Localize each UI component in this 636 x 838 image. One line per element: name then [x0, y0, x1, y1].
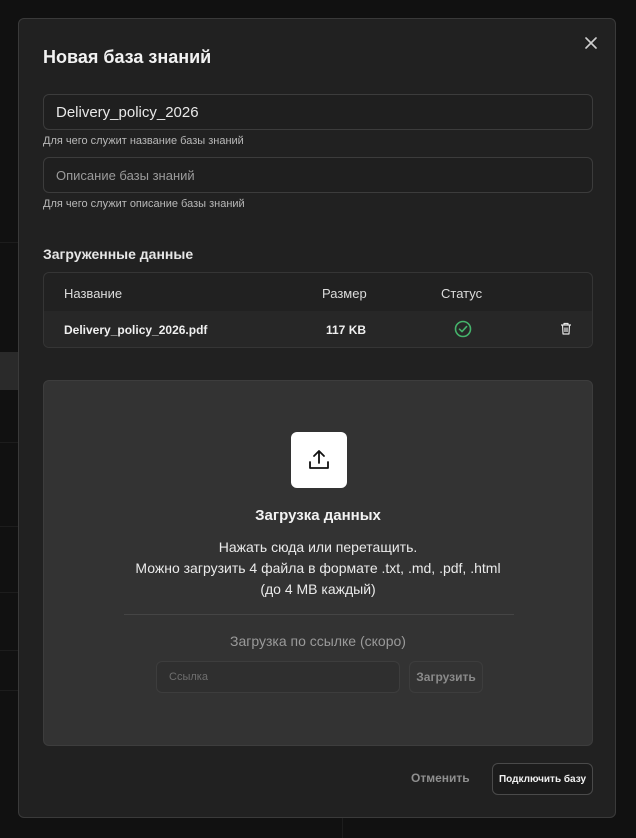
- url-input[interactable]: Ссылка: [156, 661, 400, 693]
- dropzone-title: Загрузка данных: [255, 507, 381, 524]
- description-hint: Для чего служит описание базы знаний: [43, 198, 245, 210]
- description-placeholder: Описание базы знаний: [56, 167, 195, 183]
- name-hint: Для чего служит название базы знаний: [43, 135, 244, 147]
- file-size: 117 KB: [326, 323, 367, 337]
- url-upload-title: Загрузка по ссылке (скоро): [230, 633, 406, 649]
- name-field-value: Delivery_policy_2026: [56, 103, 199, 121]
- uploaded-files-table: Название Размер Статус Delivery_policy_2…: [43, 272, 593, 348]
- column-status: Статус: [441, 286, 483, 301]
- column-name: Название: [64, 286, 123, 301]
- url-placeholder: Ссылка: [169, 671, 208, 683]
- table-header: Название Размер Статус: [44, 273, 592, 311]
- url-upload-button[interactable]: Загрузить: [409, 661, 483, 693]
- dialog-title: Новая база знаний: [43, 47, 212, 67]
- check-circle-icon: [454, 320, 472, 341]
- trash-icon: [561, 322, 571, 335]
- column-size: Размер: [322, 286, 367, 301]
- table-row: Delivery_policy_2026.pdf 117 KB: [44, 311, 592, 347]
- divider: [124, 614, 514, 615]
- connect-base-button[interactable]: Подключить базу: [492, 763, 593, 795]
- cancel-button[interactable]: Отменить: [411, 771, 470, 785]
- dropzone-instruction: Нажать сюда или перетащить.: [218, 539, 418, 555]
- dropzone-size-limit: (до 4 MB каждый): [260, 581, 376, 597]
- new-knowledge-base-dialog: Новая база знаний Delivery_policy_2026 Д…: [18, 18, 616, 818]
- upload-dropzone[interactable]: Загрузка данных Нажать сюда или перетащи…: [43, 380, 593, 746]
- close-icon: [585, 37, 597, 49]
- upload-icon: [309, 450, 329, 469]
- close-button[interactable]: [581, 33, 601, 53]
- uploaded-section-title: Загруженные данные: [43, 246, 194, 262]
- dropzone-formats: Можно загрузить 4 файла в формате .txt, …: [135, 560, 501, 576]
- description-field[interactable]: Описание базы знаний: [43, 157, 593, 193]
- name-field[interactable]: Delivery_policy_2026: [43, 94, 593, 130]
- upload-button[interactable]: [291, 432, 347, 488]
- delete-file-button[interactable]: [560, 322, 572, 338]
- file-name: Delivery_policy_2026.pdf: [64, 323, 208, 337]
